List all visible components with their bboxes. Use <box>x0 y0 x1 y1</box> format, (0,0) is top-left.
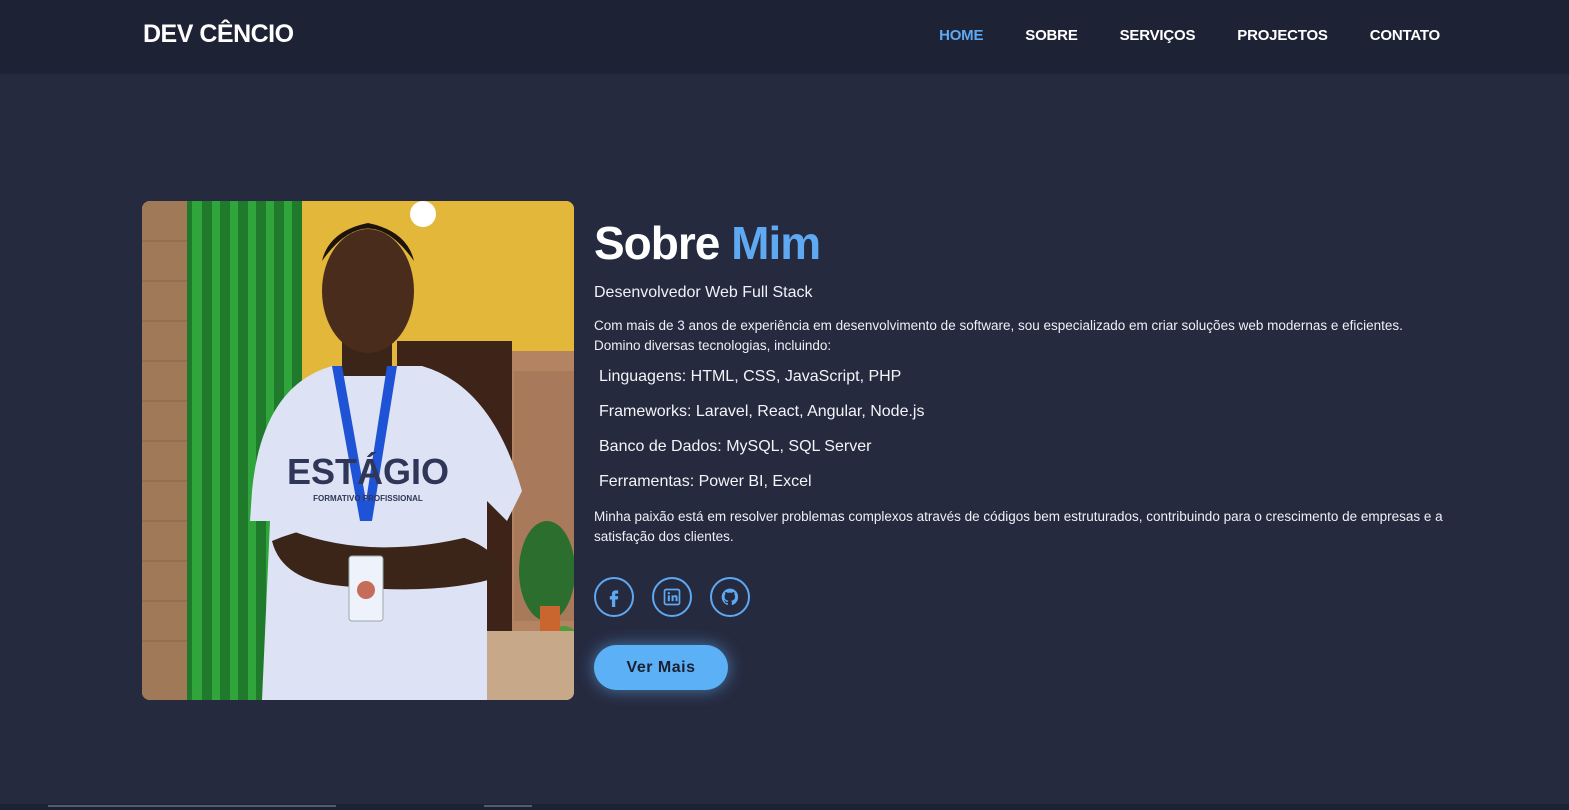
nav-sobre[interactable]: SOBRE <box>1025 27 1078 44</box>
social-links <box>594 577 1444 617</box>
about-section: Sobre Mim Desenvolvedor Web Full Stack C… <box>594 218 1444 690</box>
skills-list: Linguagens: HTML, CSS, JavaScript, PHP F… <box>594 366 1444 506</box>
github-link[interactable] <box>710 577 750 617</box>
skill-item-databases: Banco de Dados: MySQL, SQL Server <box>599 438 872 455</box>
scroll-indicator-secondary <box>484 805 532 807</box>
page-bottom-scrollbar <box>0 804 1569 810</box>
facebook-link[interactable] <box>594 577 634 617</box>
about-title: Sobre Mim <box>594 218 1444 268</box>
linkedin-icon <box>663 588 681 606</box>
svg-text:ESTÁGIO: ESTÁGIO <box>287 451 449 492</box>
nav-contato[interactable]: CONTATO <box>1370 27 1440 44</box>
skill-item-frameworks: Frameworks: Laravel, React, Angular, Nod… <box>599 403 925 420</box>
main-nav: HOME SOBRE SERVIÇOS PROJECTOS CONTATO <box>939 27 1440 44</box>
skill-item-tools: Ferramentas: Power BI, Excel <box>599 473 812 490</box>
linkedin-link[interactable] <box>652 577 692 617</box>
job-title: Desenvolvedor Web Full Stack <box>594 284 813 301</box>
svg-text:FORMATIVO PROFISSIONAL: FORMATIVO PROFISSIONAL <box>313 494 423 503</box>
profile-photo: ESTÁGIO FORMATIVO PROFISSIONAL <box>142 201 574 700</box>
skill-item-languages: Linguagens: HTML, CSS, JavaScript, PHP <box>599 368 902 385</box>
top-navbar: DEV CÊNCIO HOME SOBRE SERVIÇOS PROJECTOS… <box>0 0 1569 74</box>
facebook-icon <box>609 590 619 607</box>
nav-home[interactable]: HOME <box>939 27 983 44</box>
scroll-indicator <box>48 805 336 807</box>
about-title-main: Sobre <box>594 217 720 269</box>
closing-paragraph: Minha paixão está em resolver problemas … <box>594 509 1443 544</box>
intro-paragraph: Com mais de 3 anos de experiência em des… <box>594 318 1403 353</box>
nav-servicos[interactable]: SERVIÇOS <box>1120 27 1196 44</box>
ver-mais-button[interactable]: Ver Mais <box>594 645 728 690</box>
nav-projectos[interactable]: PROJECTOS <box>1237 27 1328 44</box>
github-icon <box>721 588 739 606</box>
about-title-accent: Mim <box>731 217 821 269</box>
brand-logo[interactable]: DEV CÊNCIO <box>143 20 294 49</box>
